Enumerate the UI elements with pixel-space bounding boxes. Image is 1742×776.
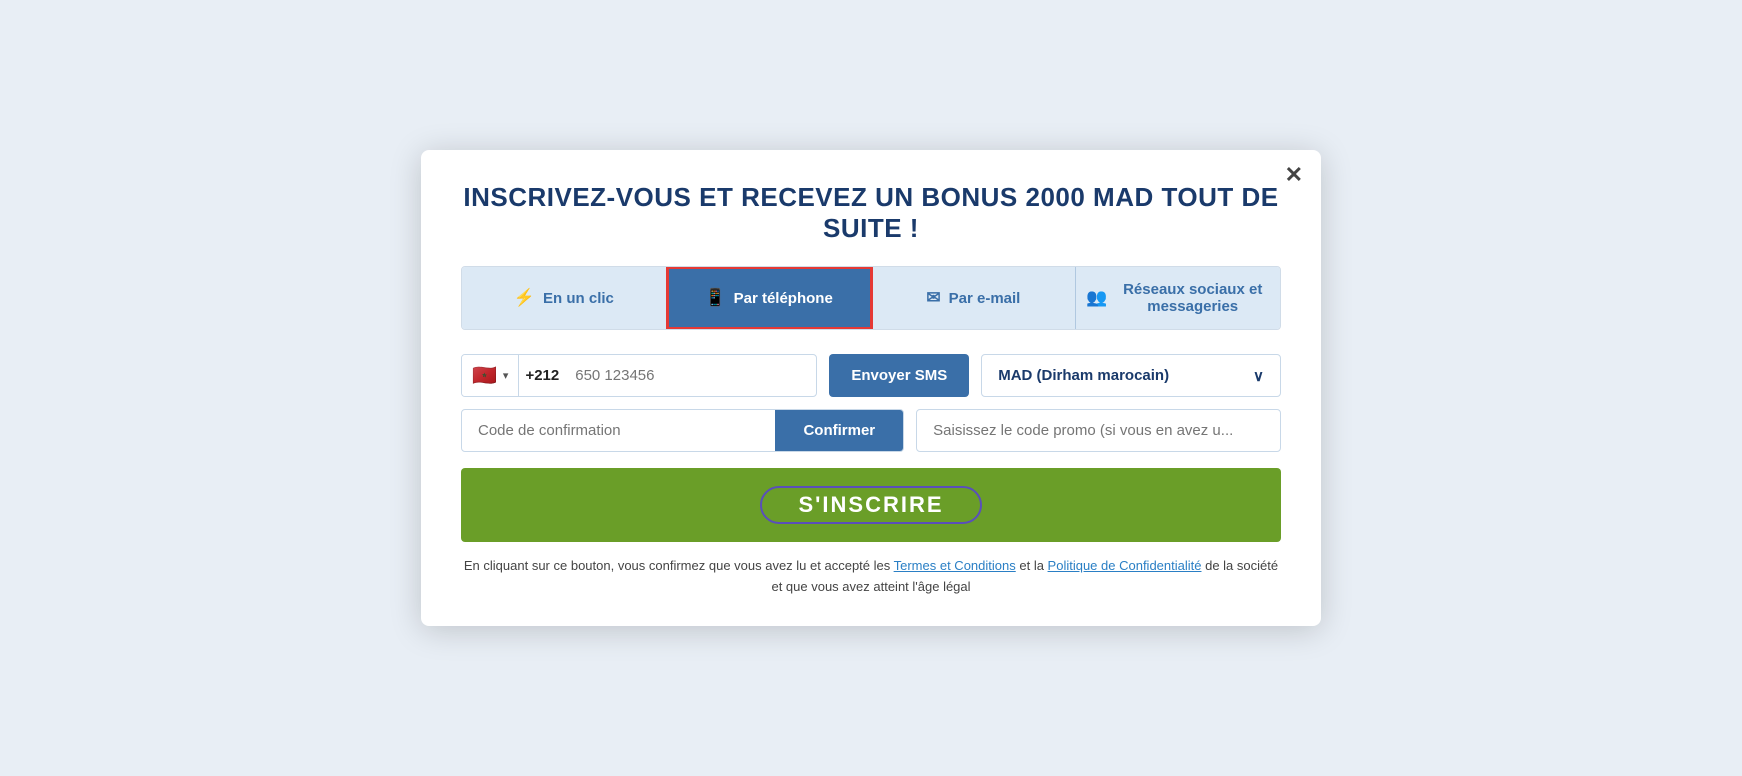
- terms-link[interactable]: Termes et Conditions: [894, 558, 1016, 573]
- legal-text-before: En cliquant sur ce bouton, vous confirme…: [464, 558, 894, 573]
- registration-tabs: ⚡ En un clic 📱 Par téléphone ✉ Par e-mai…: [461, 266, 1281, 330]
- currency-dropdown[interactable]: MAD (Dirham marocain) ∨: [981, 354, 1281, 397]
- promo-code-input[interactable]: [916, 409, 1281, 452]
- flag-icon: 🇲🇦: [472, 363, 497, 388]
- confirmation-code-input[interactable]: [462, 410, 775, 451]
- currency-chevron-icon: ∨: [1253, 367, 1264, 385]
- modal-title: INSCRIVEZ-VOUS ET RECEVEZ UN BONUS 2000 …: [461, 182, 1281, 244]
- country-selector[interactable]: 🇲🇦 ▾: [462, 355, 519, 396]
- tab-one-click-label: En un clic: [543, 290, 614, 307]
- tab-email[interactable]: ✉ Par e-mail: [872, 267, 1077, 329]
- confirm-button[interactable]: Confirmer: [775, 410, 903, 451]
- phone-input-group: 🇲🇦 ▾ +212: [461, 354, 817, 397]
- tab-one-click[interactable]: ⚡ En un clic: [462, 267, 667, 329]
- phone-row: 🇲🇦 ▾ +212 Envoyer SMS MAD (Dirham maroca…: [461, 354, 1281, 397]
- legal-text-middle: et la: [1016, 558, 1048, 573]
- send-sms-button[interactable]: Envoyer SMS: [829, 354, 969, 397]
- tab-phone-label: Par téléphone: [734, 290, 833, 307]
- social-icon: 👥: [1086, 288, 1107, 308]
- registration-modal: ✕ INSCRIVEZ-VOUS ET RECEVEZ UN BONUS 200…: [421, 150, 1321, 626]
- confirm-input-group: Confirmer: [461, 409, 904, 452]
- tab-phone[interactable]: 📱 Par téléphone: [667, 267, 872, 329]
- privacy-link[interactable]: Politique de Confidentialité: [1048, 558, 1202, 573]
- confirmation-row: Confirmer: [461, 409, 1281, 452]
- register-button[interactable]: S'INSCRIRE: [461, 468, 1281, 542]
- close-button[interactable]: ✕: [1285, 164, 1303, 186]
- tab-social[interactable]: 👥 Réseaux sociaux et messageries: [1076, 267, 1280, 329]
- email-icon: ✉: [926, 288, 940, 308]
- phone-prefix: +212: [519, 355, 567, 396]
- currency-label: MAD (Dirham marocain): [998, 367, 1169, 384]
- register-button-label: S'INSCRIRE: [760, 486, 981, 524]
- phone-number-input[interactable]: [567, 355, 816, 396]
- bolt-icon: ⚡: [514, 288, 535, 308]
- phone-icon: 📱: [704, 288, 725, 308]
- flag-chevron-icon: ▾: [503, 369, 509, 382]
- tab-email-label: Par e-mail: [949, 290, 1021, 307]
- legal-text: En cliquant sur ce bouton, vous confirme…: [461, 556, 1281, 598]
- register-button-wrap: S'INSCRIRE: [461, 468, 1281, 542]
- tab-social-label: Réseaux sociaux et messageries: [1115, 281, 1270, 315]
